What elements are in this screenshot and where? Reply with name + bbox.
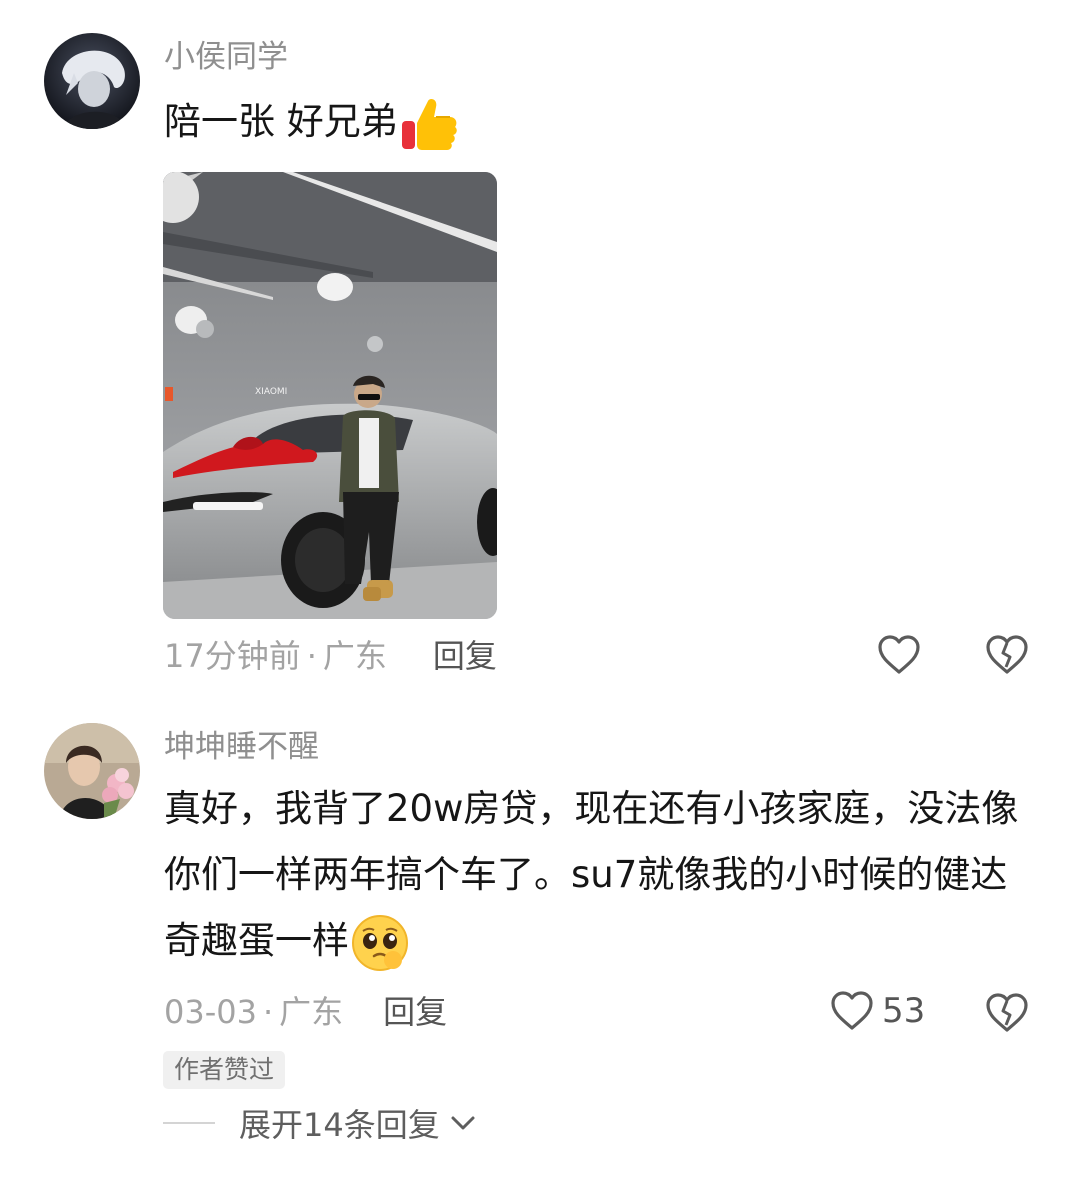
like-count: 53	[882, 991, 926, 1031]
comment-meta: 03-03 · 广东 回复	[164, 992, 447, 1032]
expand-replies-label: 展开14条回复	[239, 1106, 440, 1144]
meta-separator: ·	[262, 993, 274, 1031]
comment-text: 真好，我背了20w房贷，现在还有小孩家庭，没法像你们一样两年搞个车了。su7就像…	[164, 776, 1030, 974]
comment-meta: 17分钟前 · 广东 回复	[164, 636, 497, 676]
location: 广东	[322, 637, 387, 675]
wall-sign: XIAOMI	[255, 387, 287, 397]
dislike-button[interactable]	[985, 634, 1029, 680]
divider-line	[163, 1122, 215, 1124]
reply-button[interactable]: 回复	[383, 993, 447, 1031]
comment-text-body: 真好，我背了20w房贷，现在还有小孩家庭，没法像你们一样两年搞个车了。su7就像…	[164, 787, 1019, 962]
like-button[interactable]: 53	[830, 990, 925, 1032]
like-button[interactable]	[877, 634, 921, 676]
timestamp: 17分钟前	[164, 637, 301, 675]
expand-replies-button[interactable]: 展开14条回复	[163, 1100, 476, 1146]
meta-separator: ·	[306, 637, 317, 675]
avatar[interactable]	[44, 723, 140, 819]
broken-heart-icon	[986, 635, 1028, 674]
heart-icon	[831, 991, 873, 1030]
comment-2: 坤坤睡不醒 真好，我背了20w房贷，现在还有小孩家庭，没法像你们一样两年搞个车了…	[0, 700, 1080, 1181]
username[interactable]: 小侯同学	[164, 37, 288, 77]
attached-photo[interactable]: XIAOMI	[163, 172, 497, 619]
location: 广东	[279, 993, 344, 1031]
reply-button[interactable]: 回复	[433, 637, 497, 675]
username[interactable]: 坤坤睡不醒	[164, 727, 319, 767]
comment-text: 陪一张 好兄弟	[164, 89, 460, 155]
timestamp: 03-03	[164, 993, 257, 1031]
chevron-down-icon	[451, 1116, 475, 1130]
heart-icon	[878, 635, 920, 674]
author-liked-badge: 作者赞过	[163, 1051, 286, 1089]
comment-text-body: 陪一张 好兄弟	[164, 100, 398, 143]
avatar[interactable]	[44, 33, 140, 129]
comment-1: 小侯同学 陪一张 好兄弟 XIAOMI 17分钟前 · 广东 回复	[0, 0, 1080, 700]
pleading-face-icon	[349, 912, 411, 974]
thumbs-up-icon	[398, 93, 460, 155]
broken-heart-icon	[986, 993, 1028, 1032]
dislike-button[interactable]	[985, 992, 1029, 1038]
